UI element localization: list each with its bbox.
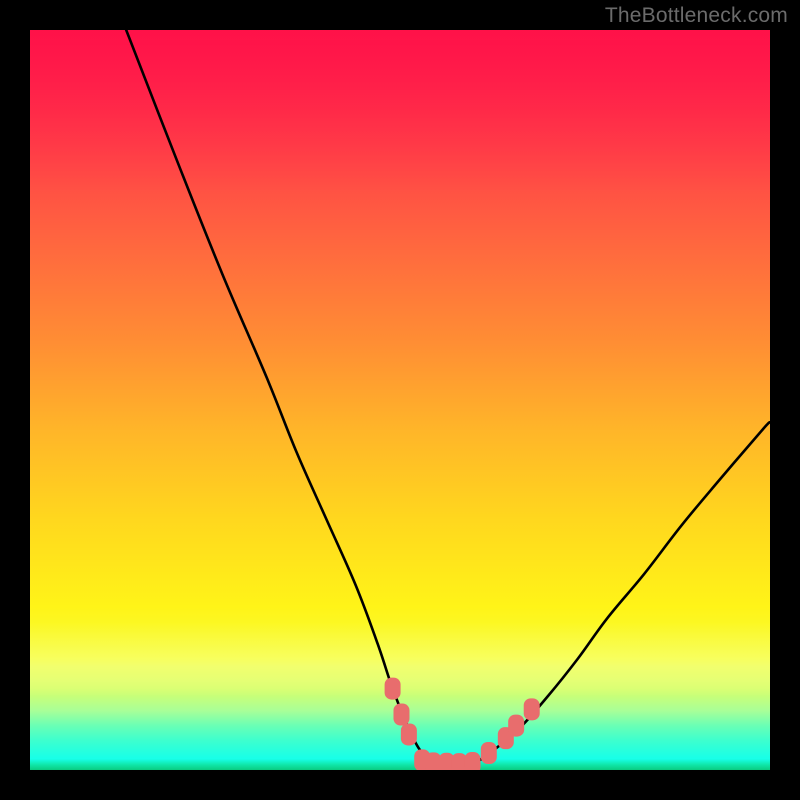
chart-frame: TheBottleneck.com — [0, 0, 800, 800]
curve-marker — [465, 752, 481, 770]
bottleneck-curve — [126, 30, 770, 764]
curve-marker — [481, 742, 497, 764]
curve-layer — [30, 30, 770, 770]
attribution-label: TheBottleneck.com — [605, 4, 788, 28]
curve-marker — [401, 723, 417, 745]
curve-marker — [385, 678, 401, 700]
curve-marker — [524, 698, 540, 720]
plot-area — [30, 30, 770, 770]
curve-marker — [393, 704, 409, 726]
markers-group — [385, 678, 540, 770]
curve-marker — [508, 715, 524, 737]
